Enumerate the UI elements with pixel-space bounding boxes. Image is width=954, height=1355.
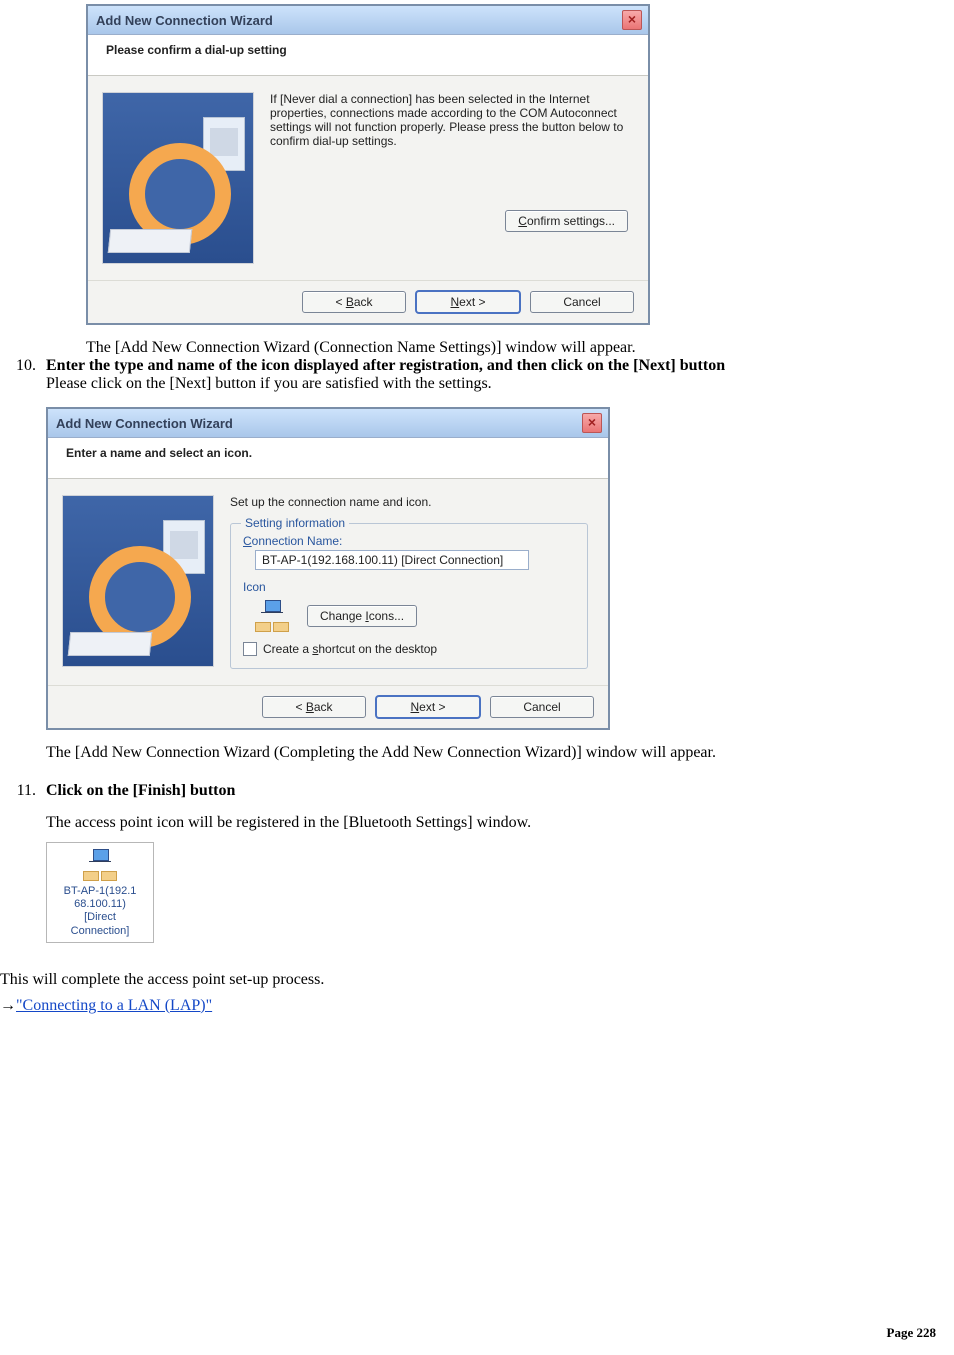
wizard-graphic bbox=[62, 495, 214, 667]
dialog-confirm-dialup: Add New Connection Wizard × Please confi… bbox=[86, 4, 650, 325]
final-line: This will complete the access point set-… bbox=[0, 971, 954, 989]
step-list: Enter the type and name of the icon disp… bbox=[0, 357, 954, 943]
registered-icon: BT-AP-1(192.168.100.11)[DirectConnection… bbox=[46, 842, 154, 943]
step11-title: Click on the [Finish] button bbox=[46, 782, 235, 799]
dialog2-titlebar: Add New Connection Wizard × bbox=[48, 409, 608, 438]
close-icon[interactable]: × bbox=[622, 10, 642, 30]
dialog2-body: Set up the connection name and icon. Set… bbox=[48, 479, 608, 686]
cancel-button[interactable]: Cancel bbox=[530, 291, 634, 313]
step11-subtext: The access point icon will be registered… bbox=[46, 814, 954, 832]
connection-name-input[interactable]: BT-AP-1(192.168.100.11) [Direct Connecti… bbox=[255, 550, 529, 570]
dialog2-top-text: Set up the connection name and icon. bbox=[230, 495, 588, 509]
dialog-title: Add New Connection Wizard bbox=[96, 13, 273, 28]
fieldset-legend: Setting information bbox=[241, 516, 349, 530]
arrow-icon: → bbox=[0, 997, 16, 1014]
confirm-settings-button[interactable]: Confirm settings... bbox=[505, 210, 628, 232]
dialog2-subheader: Enter a name and select an icon. bbox=[48, 438, 608, 479]
change-icons-button[interactable]: Change Icons... bbox=[307, 605, 417, 627]
registered-icon-caption: BT-AP-1(192.168.100.11)[DirectConnection… bbox=[51, 885, 149, 938]
dialog-body: If [Never dial a connection] has been se… bbox=[88, 76, 648, 281]
setting-information-fieldset: Setting information Connection Name: BT-… bbox=[230, 523, 588, 669]
step-11: Click on the [Finish] button The access … bbox=[40, 782, 954, 943]
create-shortcut-label: Create a shortcut on the desktop bbox=[263, 642, 437, 656]
cancel-button[interactable]: Cancel bbox=[490, 696, 594, 718]
wizard-graphic bbox=[102, 92, 254, 264]
lan-icon bbox=[255, 600, 289, 632]
dialog-footer: < Back Next > Cancel bbox=[88, 281, 648, 323]
back-button[interactable]: < Back bbox=[302, 291, 406, 313]
dialog-subheader: Please confirm a dial-up setting bbox=[88, 35, 648, 76]
icon-label: Icon bbox=[243, 580, 575, 594]
connection-name-label: Connection Name: bbox=[243, 534, 575, 548]
link-line: →"Connecting to a LAN (LAP)" bbox=[0, 997, 954, 1015]
close-icon[interactable]: × bbox=[582, 413, 602, 433]
after-dialog2-text: The [Add New Connection Wizard (Completi… bbox=[46, 744, 954, 762]
next-button[interactable]: Next > bbox=[416, 291, 520, 313]
dialog-titlebar: Add New Connection Wizard × bbox=[88, 6, 648, 35]
lan-icon bbox=[83, 849, 117, 881]
after-dialog1-text: The [Add New Connection Wizard (Connecti… bbox=[86, 339, 954, 357]
dialog2-footer: < Back Next > Cancel bbox=[48, 686, 608, 728]
connecting-lan-link[interactable]: "Connecting to a LAN (LAP)" bbox=[16, 997, 212, 1014]
dialog-enter-name-icon: Add New Connection Wizard × Enter a name… bbox=[46, 407, 610, 730]
page-number: Page 228 bbox=[887, 1325, 936, 1341]
dialog2-title: Add New Connection Wizard bbox=[56, 416, 233, 431]
next-button[interactable]: Next > bbox=[376, 696, 480, 718]
step10-title: Enter the type and name of the icon disp… bbox=[46, 357, 725, 374]
step10-subtext: Please click on the [Next] button if you… bbox=[46, 375, 492, 392]
create-shortcut-row[interactable]: Create a shortcut on the desktop bbox=[243, 642, 575, 656]
back-button[interactable]: < Back bbox=[262, 696, 366, 718]
dialog-body-text: If [Never dial a connection] has been se… bbox=[270, 92, 628, 174]
checkbox-icon[interactable] bbox=[243, 642, 257, 656]
step-10: Enter the type and name of the icon disp… bbox=[40, 357, 954, 762]
